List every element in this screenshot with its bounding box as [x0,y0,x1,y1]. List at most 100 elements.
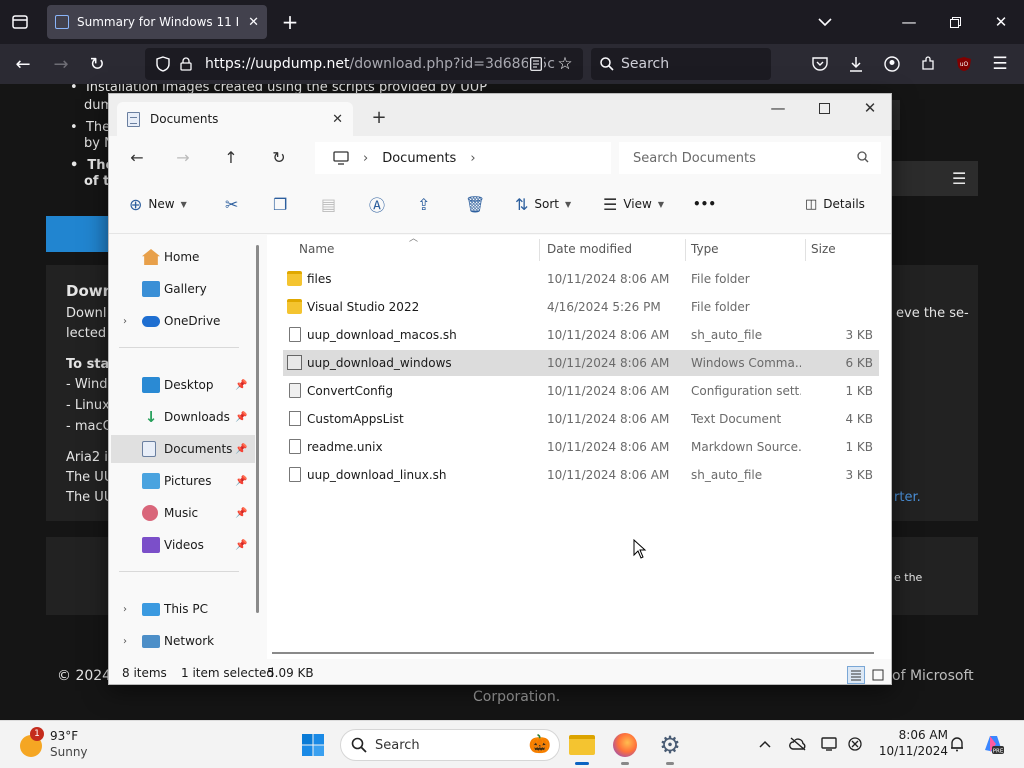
file-row[interactable]: CustomAppsList 10/11/2024 8:06 AM Text D… [283,406,879,432]
refresh-icon[interactable]: ↻ [269,146,289,168]
bell-icon[interactable] [948,734,966,754]
tiles-view-button[interactable] [869,666,887,684]
webpage-primary-button[interactable] [46,216,110,252]
chevron-right-icon[interactable]: › [123,636,127,647]
taskbar-firefox[interactable] [609,729,641,765]
close-window-icon[interactable]: ✕ [861,98,879,118]
pin-icon[interactable]: 📌 [235,476,247,487]
bookmark-star-icon[interactable]: ☆ [556,54,574,74]
back-arrow-icon[interactable]: ← [127,146,147,168]
shield-icon[interactable] [155,56,171,72]
file-row[interactable]: ConvertConfig 10/11/2024 8:06 AM Configu… [283,378,879,404]
column-divider[interactable] [539,239,540,261]
start-button[interactable] [297,729,329,761]
taskbar-settings[interactable]: ⚙ [654,729,686,765]
browser-tab[interactable]: Summary for Windows 11 Insid ✕ [47,5,267,39]
file-row[interactable]: uup_download_linux.sh 10/11/2024 8:06 AM… [283,462,879,488]
column-header-size[interactable]: Size [811,235,836,263]
nav-item-onedrive[interactable]: › OneDrive [111,307,255,335]
rename-button[interactable]: Ⓐ [369,188,385,220]
taskbar-search[interactable]: Search 🎃 [340,729,560,761]
column-header-name[interactable]: Name [299,235,334,263]
more-options-button[interactable]: ••• [693,188,716,220]
nav-scrollbar[interactable] [256,245,259,613]
sort-button[interactable]: ⇅ Sort ▼ [515,188,571,220]
maximize-icon[interactable] [815,98,833,118]
view-button[interactable]: ☰ View ▼ [603,188,664,220]
pin-icon[interactable]: 📌 [235,380,247,391]
horizontal-scrollbar[interactable] [272,652,874,654]
chevron-right-icon[interactable]: › [470,151,475,166]
new-tab-icon[interactable]: + [371,106,387,128]
up-arrow-icon[interactable]: ↑ [221,146,241,168]
minimize-icon[interactable]: — [900,11,918,33]
paste-button[interactable]: ▤ [321,188,336,220]
column-header-type[interactable]: Type [691,235,719,263]
share-button[interactable]: ⇪ [417,188,430,220]
close-tab-icon[interactable]: ✕ [332,112,343,127]
account-icon[interactable] [882,54,902,74]
nav-item-downloads[interactable]: ↓ Downloads 📌 [111,403,255,431]
pin-icon[interactable]: 📌 [235,412,247,423]
taskbar-file-explorer[interactable] [566,729,598,765]
network-disconnected-icon[interactable] [846,735,864,753]
restore-icon[interactable] [946,11,964,33]
nav-item-this-pc[interactable]: › This PC [111,595,255,623]
close-tab-icon[interactable]: ✕ [248,15,259,30]
forward-arrow-icon[interactable]: → [50,53,72,75]
cut-button[interactable]: ✂ [225,188,238,220]
lock-icon[interactable] [179,56,193,72]
details-pane-button[interactable]: ◫ Details [805,188,865,220]
browser-search-box[interactable]: Search [591,48,771,80]
nav-item-network[interactable]: › Network [111,627,255,655]
delete-button[interactable]: 🗑 [465,188,485,220]
chevron-up-icon[interactable] [756,735,774,753]
menu-icon[interactable]: ☰ [990,54,1010,74]
copilot-icon[interactable]: PRE [980,731,1006,757]
pocket-icon[interactable] [810,54,830,74]
address-bar[interactable]: › Documents › [315,142,611,174]
minimize-icon[interactable]: — [769,98,787,118]
back-arrow-icon[interactable]: ← [12,53,34,75]
file-row[interactable]: Visual Studio 2022 4/16/2024 5:26 PM Fil… [283,294,879,320]
clock[interactable]: 8:06 AM 10/11/2024 [872,728,948,758]
forward-arrow-icon[interactable]: → [173,146,193,168]
explorer-search-input[interactable]: Search Documents [619,142,881,174]
new-tab-icon[interactable]: + [280,10,300,34]
pin-icon[interactable]: 📌 [235,508,247,519]
cloud-offline-icon[interactable] [788,735,808,753]
file-row[interactable]: uup_download_macos.sh 10/11/2024 8:06 AM… [283,322,879,348]
nav-item-home[interactable]: Home [111,243,255,271]
file-row[interactable]: files 10/11/2024 8:06 AM File folder [283,266,879,292]
pin-icon[interactable]: 📌 [235,540,247,551]
nav-item-videos[interactable]: Videos 📌 [111,531,255,559]
file-row[interactable]: readme.unix 10/11/2024 8:06 AM Markdown … [283,434,879,460]
downloads-icon[interactable] [846,54,866,74]
column-divider[interactable] [805,239,806,261]
pin-icon[interactable]: 📌 [235,444,247,455]
reader-view-icon[interactable] [528,56,544,72]
display-icon[interactable] [820,735,840,753]
nav-item-gallery[interactable]: Gallery [111,275,255,303]
nav-item-pictures[interactable]: Pictures 📌 [111,467,255,495]
new-button[interactable]: ⊕ New ▼ [129,188,187,220]
nav-item-music[interactable]: Music 📌 [111,499,255,527]
weather-widget[interactable]: 1 93°F Sunny [18,727,98,763]
ublock-origin-icon[interactable]: uO [955,55,973,73]
chevron-right-icon[interactable]: › [363,151,368,166]
file-row-selected[interactable]: uup_download_windows 10/11/2024 8:06 AM … [283,350,879,376]
webpage-menu-button[interactable]: ☰ [892,161,978,196]
chevron-down-icon[interactable] [814,11,836,33]
tab-list-icon[interactable] [8,11,32,33]
nav-item-desktop[interactable]: Desktop 📌 [111,371,255,399]
column-header-date[interactable]: Date modified [547,235,632,263]
chevron-right-icon[interactable]: › [123,604,127,615]
column-divider[interactable] [685,239,686,261]
copy-button[interactable]: ❐ [273,188,287,220]
extensions-icon[interactable] [918,54,938,74]
webpage-link[interactable]: rter. [894,490,921,505]
reload-icon[interactable]: ↻ [86,53,108,75]
details-view-button[interactable] [847,666,865,684]
chevron-right-icon[interactable]: › [123,316,127,327]
nav-item-documents[interactable]: Documents 📌 [111,435,255,463]
